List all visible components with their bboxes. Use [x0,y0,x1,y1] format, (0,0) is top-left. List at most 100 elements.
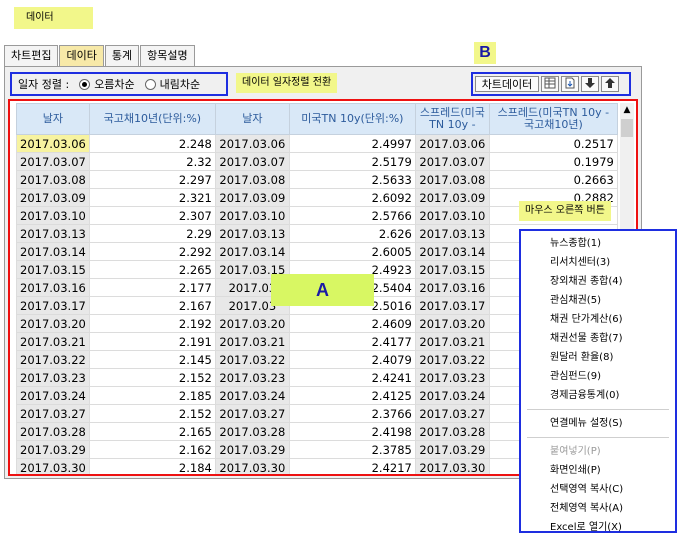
date-cell[interactable]: 2017.03.30 [214,458,290,474]
value-cell[interactable]: 0.2663 [488,170,618,189]
table-row[interactable]: 2017.03.06 2.248 2017.03.06 2.4997 2017.03.0… [16,134,618,153]
value-cell[interactable]: 2.6005 [288,242,416,261]
context-menu-item[interactable]: 채권 단가계산(6) [521,310,675,329]
date-cell[interactable]: 2017.03.28 [16,422,90,441]
date-cell[interactable]: 2017.03.20 [214,314,290,333]
value-cell[interactable]: 2.4609 [288,314,416,333]
context-menu-item[interactable]: 전체영역 복사(A) [521,499,675,518]
chart-data-button[interactable]: 차트데이터 [475,76,539,92]
date-cell[interactable]: 2017.03.07 [414,152,490,171]
date-cell[interactable]: 2017.03.13 [414,224,490,243]
sort-desc-radio[interactable] [144,78,156,90]
value-cell[interactable]: 2.3785 [288,440,416,459]
value-cell[interactable]: 2.307 [88,206,216,225]
context-menu-item[interactable]: 관심펀드(9) [521,367,675,386]
date-cell[interactable]: 2017.03.24 [414,386,490,405]
value-cell[interactable]: 2.6092 [288,188,416,207]
table-row[interactable]: 2017.03.07 2.32 2017.03.07 2.5179 2017.03.07… [16,152,618,171]
date-cell[interactable]: 2017.03.06 [16,134,90,153]
date-cell[interactable]: 2017.03.17 [16,296,90,315]
date-cell[interactable]: 2017.03.29 [414,440,490,459]
value-cell[interactable]: 2.165 [88,422,216,441]
date-cell[interactable]: 2017.03.21 [414,332,490,351]
date-cell[interactable]: 2017.03.13 [16,224,90,243]
date-cell[interactable]: 2017.03.28 [414,422,490,441]
date-cell[interactable]: 2017.03.17 [414,296,490,315]
value-cell[interactable]: 2.4198 [288,422,416,441]
date-cell[interactable]: 2017.03.28 [214,422,290,441]
date-cell[interactable]: 2017.03.07 [16,152,90,171]
date-cell[interactable]: 2017.03.08 [414,170,490,189]
value-cell[interactable]: 2.4217 [288,458,416,474]
value-cell[interactable]: 2.4997 [288,134,416,153]
value-cell[interactable]: 2.297 [88,170,216,189]
value-cell[interactable]: 0.2517 [488,134,618,153]
tab-data[interactable]: 데이타 [59,45,104,66]
date-cell[interactable]: 2017.03.09 [414,188,490,207]
date-cell[interactable]: 2017.03.14 [16,242,90,261]
value-cell[interactable]: 2.626 [288,224,416,243]
value-cell[interactable]: 2.5179 [288,152,416,171]
context-menu-item[interactable]: 원달러 환율(8) [521,348,675,367]
header-date-3[interactable]: 스프레드(미국TN 10y - [414,103,490,135]
header-us-tn-10y[interactable]: 미국TN 10y(단위:%) [288,103,416,135]
date-cell[interactable]: 2017.03.14 [414,242,490,261]
value-cell[interactable]: 2.184 [88,458,216,474]
date-cell[interactable]: 2017.03.06 [414,134,490,153]
context-menu-item[interactable]: 채권선물 종합(7) [521,329,675,348]
header-spread[interactable]: 스프레드(미국TN 10y - 국고채10년) [488,103,618,135]
date-cell[interactable]: 2017.03.10 [16,206,90,225]
table-row[interactable]: 2017.03.08 2.297 2017.03.08 2.5633 2017.03.0… [16,170,618,189]
tab-chart-edit[interactable]: 차트편집 [4,45,59,66]
context-menu-item[interactable]: 관심채권(5) [521,291,675,310]
date-cell[interactable]: 2017.03.22 [414,350,490,369]
value-cell[interactable]: 2.5633 [288,170,416,189]
value-cell[interactable]: 2.177 [88,278,216,297]
date-cell[interactable]: 2017.03.09 [214,188,290,207]
date-cell[interactable]: 2017.03.20 [16,314,90,333]
value-cell[interactable]: 2.248 [88,134,216,153]
date-cell[interactable]: 2017.03.29 [16,440,90,459]
value-cell[interactable]: 2.191 [88,332,216,351]
context-menu-item[interactable]: 선택영역 복사(C) [521,480,675,499]
date-cell[interactable]: 2017.03.21 [16,332,90,351]
date-cell[interactable]: 2017.03.09 [16,188,90,207]
date-cell[interactable]: 2017.03.27 [414,404,490,423]
date-cell[interactable]: 2017.03.30 [16,458,90,474]
tab-item-description[interactable]: 항목설명 [140,45,195,66]
scroll-thumb[interactable] [621,119,633,137]
date-cell[interactable]: 2017.03.23 [414,368,490,387]
value-cell[interactable]: 0.1979 [488,152,618,171]
chevron-up-icon[interactable]: ▲ [620,103,634,117]
context-menu-item[interactable]: 장외채권 종합(4) [521,272,675,291]
document-down-icon[interactable] [561,76,579,92]
date-cell[interactable]: 2017.03.15 [16,260,90,279]
value-cell[interactable]: 2.4125 [288,386,416,405]
value-cell[interactable]: 2.192 [88,314,216,333]
date-cell[interactable]: 2017.03.27 [214,404,290,423]
header-date-1[interactable]: 날자 [16,103,90,135]
value-cell[interactable]: 2.265 [88,260,216,279]
value-cell[interactable]: 2.32 [88,152,216,171]
date-cell[interactable]: 2017.03.23 [16,368,90,387]
context-menu-item[interactable]: 화면인쇄(P) [521,461,675,480]
value-cell[interactable]: 2.162 [88,440,216,459]
date-cell[interactable]: 2017.03.15 [414,260,490,279]
date-cell[interactable]: 2017.03.27 [16,404,90,423]
value-cell[interactable]: 2.4079 [288,350,416,369]
header-date-2[interactable]: 날자 [214,103,290,135]
value-cell[interactable]: 2.321 [88,188,216,207]
value-cell[interactable]: 2.292 [88,242,216,261]
date-cell[interactable]: 2017.03.29 [214,440,290,459]
date-cell[interactable]: 2017.03.24 [16,386,90,405]
date-cell[interactable]: 2017.03.22 [16,350,90,369]
context-menu-item[interactable]: 경제금융통계(0) [521,386,675,405]
value-cell[interactable]: 2.4177 [288,332,416,351]
value-cell[interactable]: 2.29 [88,224,216,243]
date-cell[interactable]: 2017.03.24 [214,386,290,405]
sort-asc-label[interactable]: 오름차순 [94,76,134,92]
date-cell[interactable]: 2017.03.14 [214,242,290,261]
date-cell[interactable]: 2017.03.23 [214,368,290,387]
date-cell[interactable]: 2017.03.13 [214,224,290,243]
value-cell[interactable]: 2.5766 [288,206,416,225]
